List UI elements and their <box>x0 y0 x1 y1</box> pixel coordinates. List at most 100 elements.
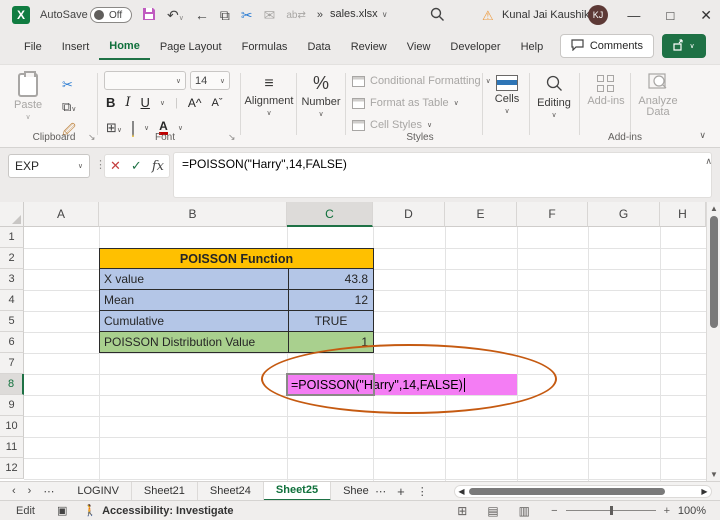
row-header-4[interactable]: 4 <box>0 290 24 311</box>
shrink-font-button[interactable]: Aˇ <box>212 97 223 109</box>
row-header-9[interactable]: 9 <box>0 395 24 416</box>
row-header-6[interactable]: 6 <box>0 332 24 353</box>
tab-help[interactable]: Help <box>511 35 554 59</box>
fill-color-button[interactable] <box>132 122 134 134</box>
select-all-corner[interactable] <box>0 202 24 227</box>
warning-icon[interactable]: ⚠ <box>482 8 494 24</box>
bold-button[interactable]: B <box>106 95 115 110</box>
close-button[interactable]: ✕ <box>700 7 712 24</box>
zoom-slider[interactable] <box>566 510 656 511</box>
column-header-c[interactable]: C <box>287 202 373 227</box>
column-header-e[interactable]: E <box>445 202 517 227</box>
page-layout-view-icon[interactable]: ▤ <box>487 504 498 518</box>
tab-data[interactable]: Data <box>297 35 340 59</box>
column-header-b[interactable]: B <box>99 202 287 227</box>
user-name[interactable]: Kunal Jai Kaushik <box>502 9 589 21</box>
underline-button[interactable]: U <box>141 95 150 110</box>
font-size-select[interactable]: 14∨ <box>190 71 230 90</box>
cells-button[interactable]: Cells ∨ <box>489 75 525 115</box>
tab-home[interactable]: Home <box>99 34 150 60</box>
sheet-menu-icon[interactable]: ⋮ <box>417 485 428 498</box>
sheet-overflow-icon[interactable]: ⋯ <box>375 485 387 498</box>
formula-bar-collapse-icon[interactable]: ∧ <box>705 156 712 167</box>
formula-input[interactable]: =POISSON("Harry",14,FALSE) <box>173 152 712 198</box>
undo-icon[interactable]: ↶∨ <box>167 7 184 24</box>
cut-icon[interactable]: ✂ <box>62 77 73 93</box>
ribbon-collapse-icon[interactable]: ∨ <box>699 130 706 141</box>
horizontal-scrollbar[interactable]: ◀ ▶ <box>454 485 712 498</box>
copy-icon[interactable]: ⧉∨ <box>62 99 76 115</box>
zoom-in-icon[interactable]: + <box>664 505 670 517</box>
avatar[interactable]: KJ <box>588 5 608 25</box>
email-icon[interactable]: ✉ <box>264 7 276 24</box>
vertical-scrollbar[interactable]: ▲ ▼ <box>706 202 720 481</box>
qat-overflow-icon[interactable]: » <box>317 9 323 21</box>
maximize-button[interactable]: □ <box>666 8 674 23</box>
minimize-button[interactable]: — <box>627 8 640 23</box>
tab-view[interactable]: View <box>397 35 441 59</box>
autosave-toggle[interactable]: Off <box>90 7 132 23</box>
row-header-7[interactable]: 7 <box>0 353 24 374</box>
sheet-tab-loginv[interactable]: LOGINV <box>65 482 132 501</box>
row-header-8[interactable]: 8 <box>0 374 24 395</box>
format-as-table-button[interactable]: Format as Table∨ <box>352 97 459 109</box>
table-row[interactable]: POISSON Distribution Value 1 <box>99 332 374 353</box>
table-row[interactable]: Cumulative TRUE <box>99 311 374 332</box>
tab-review[interactable]: Review <box>341 35 397 59</box>
macro-record-icon[interactable]: ▣ <box>57 504 67 517</box>
editing-button[interactable]: Editing ∨ <box>533 75 575 119</box>
sheet-tab-partial[interactable]: Shee <box>331 482 373 501</box>
row-header-3[interactable]: 3 <box>0 269 24 290</box>
italic-button[interactable]: I <box>125 95 130 110</box>
column-header-d[interactable]: D <box>373 202 445 227</box>
back-arrow-icon[interactable]: ← <box>195 7 209 23</box>
editing-cell-c8[interactable]: =POISSON("Harry",14,FALSE) <box>287 374 517 395</box>
tab-formulas[interactable]: Formulas <box>232 35 298 59</box>
add-sheet-icon[interactable]: + <box>397 484 405 499</box>
row-header-12[interactable]: 12 <box>0 458 24 479</box>
save-icon[interactable] <box>142 7 156 24</box>
sheet-nav-left-icon[interactable]: ‹ <box>12 485 16 497</box>
cell-styles-button[interactable]: Cell Styles∨ <box>352 119 432 131</box>
row-header-2[interactable]: 2 <box>0 248 24 269</box>
sheet-nav-right-icon[interactable]: › <box>28 485 32 497</box>
row-header-11[interactable]: 11 <box>0 437 24 458</box>
borders-button[interactable]: ⊞∨ <box>106 120 122 136</box>
tab-developer[interactable]: Developer <box>440 35 510 59</box>
underline-chevron-icon[interactable]: ∨ <box>160 99 165 107</box>
row-header-5[interactable]: 5 <box>0 311 24 332</box>
insert-function-icon[interactable]: fx <box>152 159 164 174</box>
clipboard-dialog-launcher-icon[interactable]: ↘ <box>88 132 96 143</box>
spelling-icon[interactable]: ab⇄ <box>286 10 306 21</box>
comments-button[interactable]: Comments <box>560 34 654 58</box>
sheet-list-icon[interactable]: ⋯ <box>43 485 55 498</box>
enter-icon[interactable]: ✓ <box>131 158 142 174</box>
zoom-out-icon[interactable]: − <box>551 505 557 517</box>
search-icon[interactable] <box>430 7 445 25</box>
document-title[interactable]: sales.xlsx∨ <box>330 8 388 20</box>
sheet-tab-sheet25[interactable]: Sheet25 <box>264 482 331 501</box>
share-button[interactable]: ∨ <box>662 34 706 58</box>
scroll-left-icon[interactable]: ◀ <box>455 487 468 496</box>
name-box[interactable]: EXP ∨ <box>8 154 90 178</box>
column-header-a[interactable]: A <box>24 202 99 227</box>
vertical-scroll-thumb[interactable] <box>710 216 718 328</box>
zoom-slider-handle[interactable] <box>610 506 613 515</box>
column-header-g[interactable]: G <box>588 202 660 227</box>
zoom-level[interactable]: 100% <box>678 505 706 517</box>
fill-color-chevron-icon[interactable]: ∨ <box>144 124 149 132</box>
table-row[interactable]: Mean 12 <box>99 290 374 311</box>
font-color-chevron-icon[interactable]: ∨ <box>178 124 183 132</box>
number-button[interactable]: % Number ∨ <box>300 73 342 118</box>
table-row[interactable]: X value 43.8 <box>99 269 374 290</box>
addins-button[interactable]: Add-ins <box>586 75 626 107</box>
horizontal-scroll-thumb[interactable] <box>469 488 665 495</box>
font-name-select[interactable]: ∨ <box>104 71 186 90</box>
excel-app-icon[interactable]: X <box>12 6 30 24</box>
conditional-formatting-button[interactable]: Conditional Formatting∨ <box>352 75 491 87</box>
copy-icon[interactable]: ⧉ <box>220 7 230 24</box>
grow-font-button[interactable]: A^ <box>188 96 202 110</box>
normal-view-icon[interactable]: ⊞ <box>457 504 467 518</box>
scroll-right-icon[interactable]: ▶ <box>698 487 711 496</box>
sheet-tab-sheet21[interactable]: Sheet21 <box>132 482 198 501</box>
